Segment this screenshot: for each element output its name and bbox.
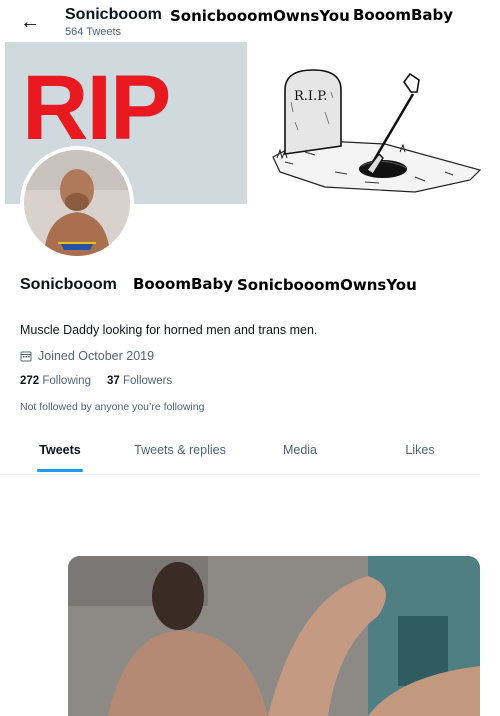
- avatar-photo: [24, 150, 130, 256]
- followers-link[interactable]: 37 Followers: [107, 375, 172, 387]
- profile-name: Sonicbooom: [20, 276, 117, 293]
- calendar-icon: [20, 351, 32, 362]
- joined-text: Joined October 2019: [38, 349, 155, 363]
- avatar[interactable]: [20, 146, 134, 260]
- gravestone-illustration: R.I.P.: [272, 69, 482, 193]
- gravestone-text: R.I.P.: [294, 89, 327, 104]
- tab-tweets[interactable]: Tweets: [0, 430, 120, 474]
- active-tab-indicator: [37, 469, 83, 472]
- joined-date: Joined October 2019: [20, 349, 154, 363]
- back-arrow-icon[interactable]: ←: [18, 10, 42, 34]
- overlay-caption: SonicbooomOwnsYou: [237, 276, 417, 294]
- followed-by-note: Not followed by anyone you’re following: [20, 401, 205, 413]
- following-link[interactable]: 272 Following: [20, 375, 91, 387]
- banner-rip-text: RIP: [22, 57, 171, 159]
- overlay-caption: BooomBaby: [353, 6, 454, 24]
- header-tweet-count: 564 Tweets: [65, 26, 122, 38]
- following-count: 272: [20, 375, 40, 387]
- followers-label: Followers: [122, 375, 173, 387]
- followers-count: 37: [106, 375, 120, 387]
- tab-label: Tweets: [39, 443, 81, 457]
- header-title: Sonicbooom: [65, 6, 162, 23]
- tab-label: Tweets & replies: [134, 443, 226, 457]
- tab-likes[interactable]: Likes: [360, 430, 480, 474]
- tweet-media-image[interactable]: [68, 556, 480, 716]
- tab-label: Likes: [405, 443, 435, 457]
- profile-tabs: Tweets Tweets & replies Media Likes: [0, 430, 480, 475]
- tab-label: Media: [282, 443, 318, 457]
- profile-bio: Muscle Daddy looking for horned men and …: [20, 323, 318, 337]
- overlay-caption: SonicbooomOwnsYou: [170, 7, 350, 25]
- overlay-caption: BooomBaby: [133, 275, 234, 293]
- following-label: Following: [42, 375, 91, 387]
- follow-stats: 272 Following 37 Followers: [20, 375, 172, 387]
- tab-tweets-replies[interactable]: Tweets & replies: [120, 430, 240, 474]
- tab-media[interactable]: Media: [240, 430, 360, 474]
